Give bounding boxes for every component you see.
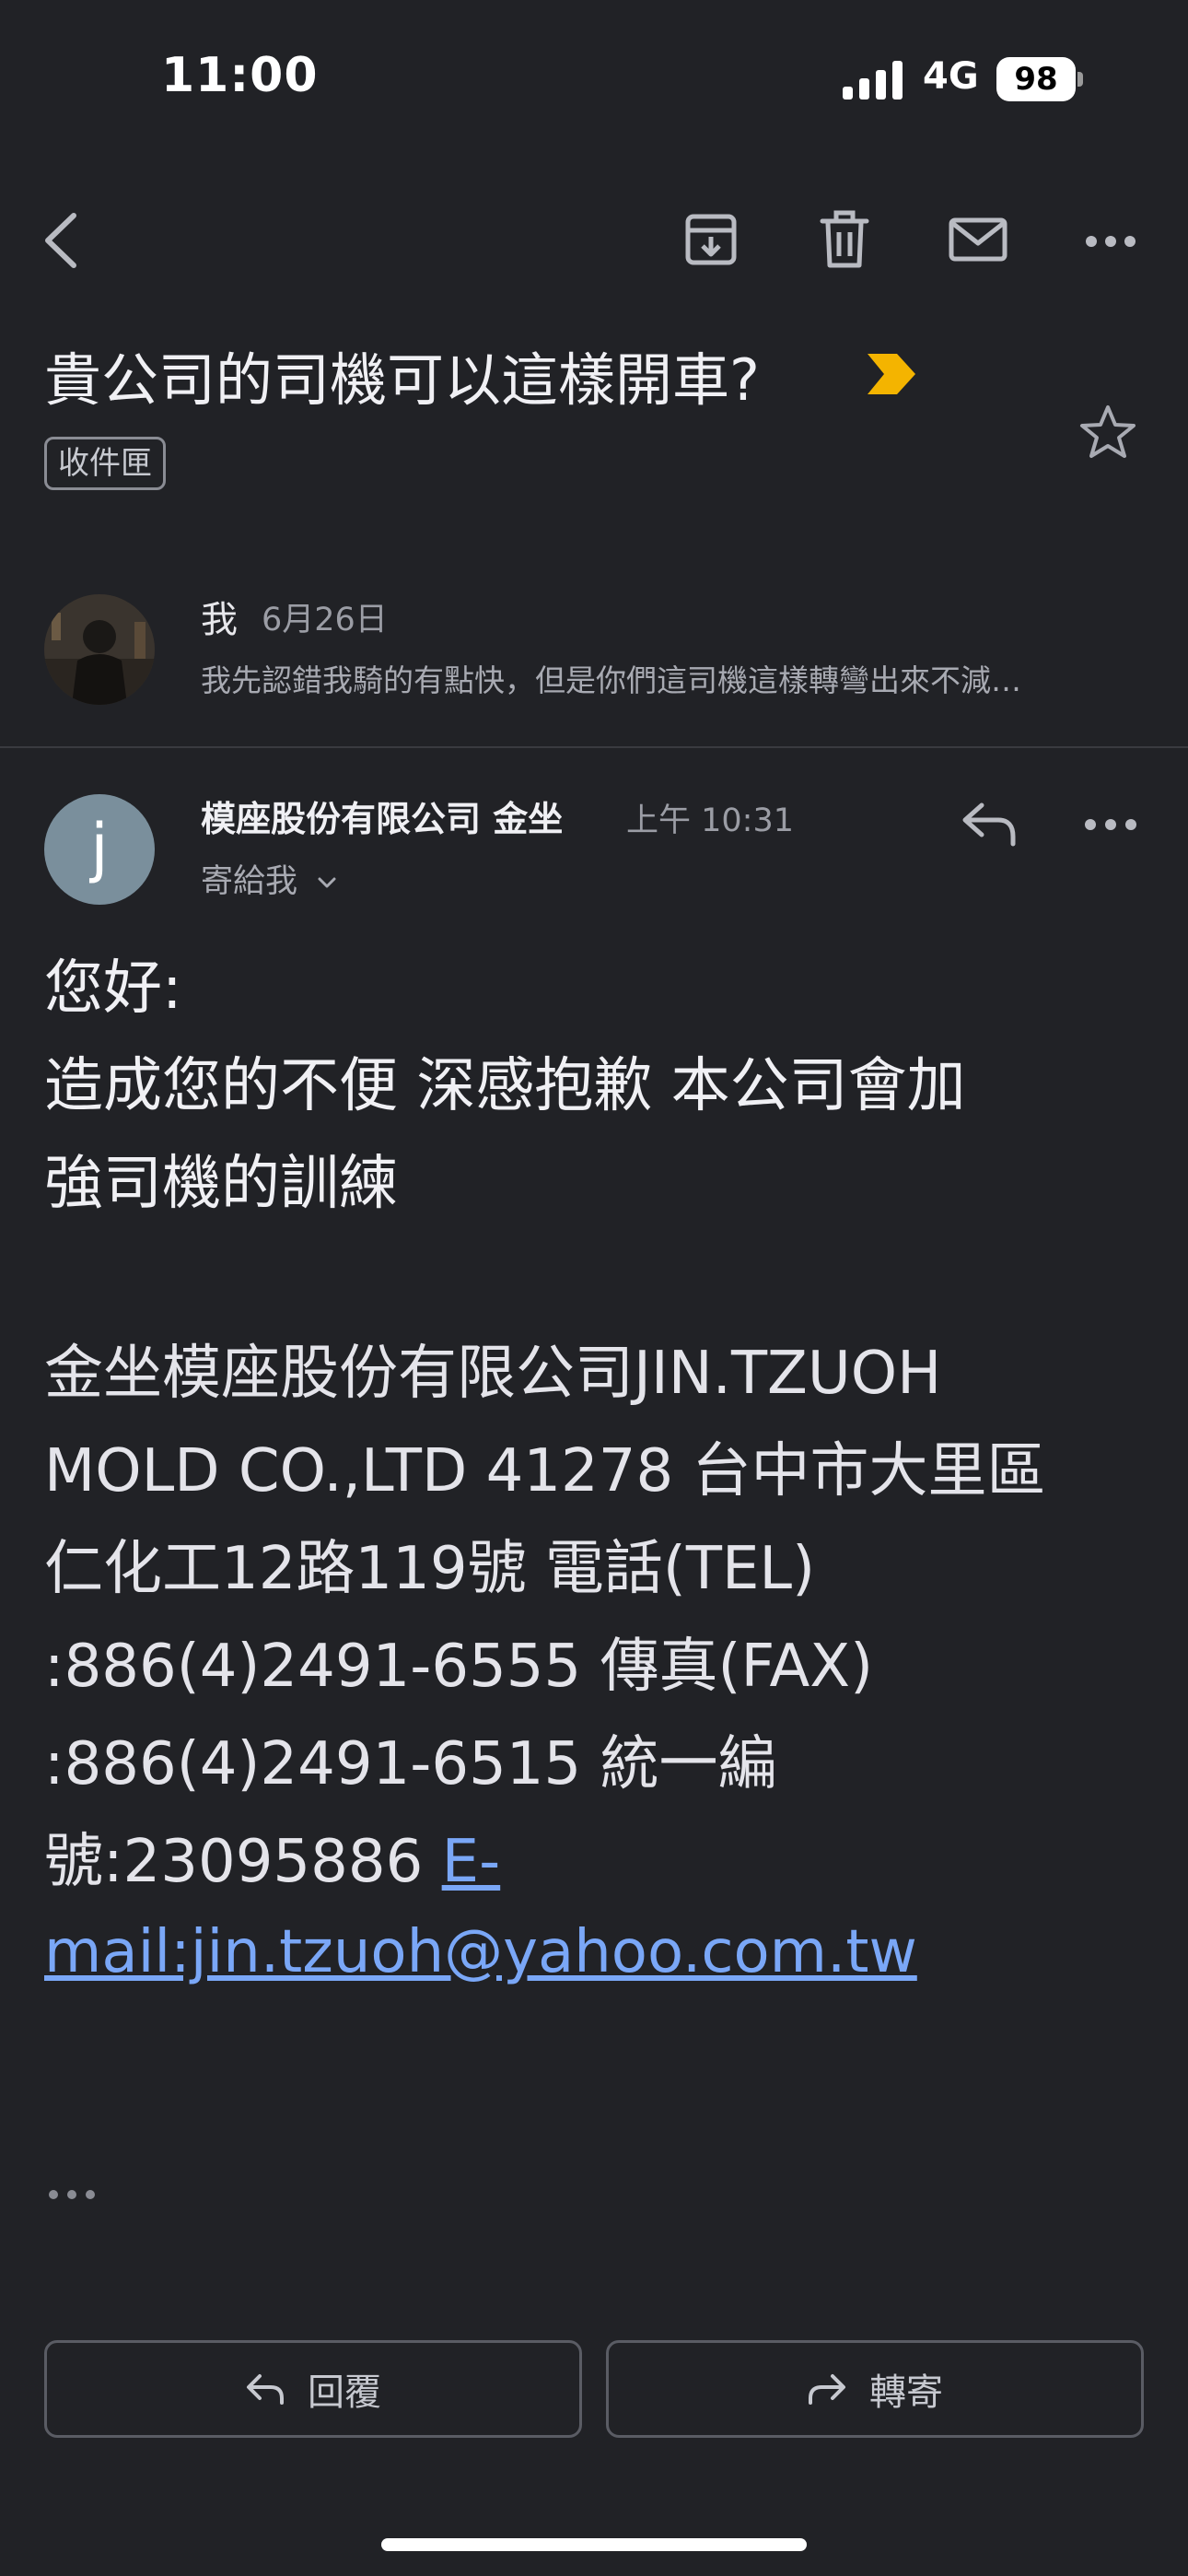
email-subject: 貴公司的司機可以這樣開車? (44, 346, 760, 414)
reply-icon[interactable] (961, 800, 1019, 848)
reply-label: 回覆 (308, 2371, 381, 2414)
recipients-label: 寄給我 (201, 863, 298, 900)
label-chip-inbox[interactable]: 收件匣 (44, 437, 166, 490)
status-time: 11:00 (161, 48, 319, 103)
star-icon[interactable] (1079, 404, 1136, 461)
sender-name: 模座股份有限公司 金坐 (201, 799, 564, 839)
home-indicator[interactable] (381, 2538, 807, 2551)
body-greeting: 您好: (44, 954, 182, 1023)
body-line: 造成您的不便 深感抱歉 本公司會加 (44, 1052, 966, 1120)
forward-button[interactable]: 轉寄 (606, 2340, 1144, 2438)
reply-button[interactable]: 回覆 (44, 2340, 582, 2438)
signature-line: MOLD CO.,LTD 41278 台中市大里區 (44, 1437, 1046, 1505)
signature-line: 號:23095886 E- (44, 1813, 1149, 1911)
signature-line: :886(4)2491-6515 統一編 (44, 1730, 777, 1798)
message-date: 6月26日 (262, 602, 388, 638)
avatar (44, 594, 155, 705)
battery-indicator: 98 (996, 57, 1076, 101)
forward-icon (809, 2374, 845, 2405)
sender-name: 我 (201, 599, 238, 641)
mail-icon[interactable] (949, 217, 1007, 262)
forward-label: 轉寄 (869, 2371, 943, 2414)
recipients-toggle[interactable]: 寄給我 (201, 855, 337, 902)
signature-line: mail:jin.tzuoh@yahoo.com.tw (44, 1911, 1149, 1994)
more-horizontal-icon[interactable] (1085, 234, 1136, 249)
chevron-down-icon (318, 877, 336, 888)
message-signature: 金坐模座股份有限公司JIN.TZUOH MOLD CO.,LTD 41278 台… (44, 1325, 1149, 1994)
profile-photo-icon (44, 594, 155, 705)
signature-line: 金坐模座股份有限公司JIN.TZUOH (44, 1340, 942, 1408)
cellular-signal-icon (843, 61, 903, 100)
email-link[interactable]: mail:jin.tzuoh@yahoo.com.tw (44, 1918, 917, 1986)
more-horizontal-icon[interactable] (1083, 811, 1138, 838)
signature-line: 仁化工12路119號 電話(TEL) (44, 1535, 816, 1603)
archive-icon[interactable] (683, 212, 739, 267)
body-line: 強司機的訓練 (44, 1150, 398, 1218)
chevron-left-icon[interactable] (41, 210, 81, 271)
show-trimmed-content-icon[interactable] (46, 2185, 101, 2204)
signature-line: :886(4)2491-6555 傳真(FAX) (44, 1633, 874, 1701)
message-preview[interactable]: 我先認錯我騎的有點快，但是你們這司機這樣轉彎出來不減… (201, 656, 1122, 700)
avatar: j (44, 794, 155, 905)
message-time: 上午 10:31 (626, 802, 794, 839)
trash-icon[interactable] (820, 210, 869, 269)
message-body: 您好: 造成您的不便 深感抱歉 本公司會加 強司機的訓練 (44, 940, 1149, 1233)
reply-icon (247, 2374, 284, 2405)
importance-marker-icon[interactable] (866, 352, 917, 396)
divider (0, 746, 1188, 748)
battery-tip (1077, 72, 1083, 87)
email-link[interactable]: E- (442, 1828, 501, 1896)
network-type: 4G (923, 55, 979, 98)
signature-text: 號:23095886 (44, 1828, 442, 1896)
